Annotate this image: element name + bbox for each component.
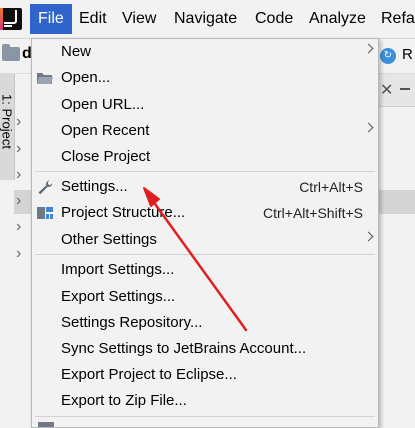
menu-item-export-settings-label: Export Settings... xyxy=(61,288,176,305)
menu-navigate[interactable]: Navigate xyxy=(166,4,245,34)
tool-window-header: ✕ xyxy=(378,74,415,107)
menu-file-label: File xyxy=(38,10,64,27)
menu-item-open-url[interactable]: Open URL... xyxy=(32,93,378,117)
folder-icon xyxy=(2,44,20,61)
menu-item-new[interactable]: New xyxy=(32,40,378,64)
submenu-arrow-icon xyxy=(363,43,374,54)
menu-item-open-recent[interactable]: Open Recent xyxy=(32,119,378,143)
menu-view-label: View xyxy=(122,10,157,27)
menu-item-export-settings[interactable]: Export Settings... xyxy=(32,285,378,309)
menu-item-open-url-label: Open URL... xyxy=(61,96,145,113)
menu-separator xyxy=(35,416,375,417)
menu-refactor[interactable]: Refa xyxy=(373,4,415,34)
run-config-icon[interactable]: ↻ xyxy=(380,48,396,64)
menu-edit-label: Edit xyxy=(79,10,107,27)
tree-chevron-icon[interactable]: › xyxy=(16,245,26,263)
menu-item-settings-repository-label: Settings Repository... xyxy=(61,314,203,331)
project-tool-window-tab[interactable]: 1: Project xyxy=(0,74,15,180)
tree-chevron-icon[interactable]: › xyxy=(16,218,26,236)
menu-item-export-eclipse[interactable]: Export Project to Eclipse... xyxy=(32,363,378,387)
file-menu-dropdown: New Open... Open URL... Open Recent Clos… xyxy=(31,38,379,428)
menu-analyze[interactable]: Analyze xyxy=(301,4,374,34)
wrench-icon xyxy=(38,180,53,195)
menu-item-new-label: New xyxy=(61,43,92,60)
menu-item-import-settings[interactable]: Import Settings... xyxy=(32,258,378,282)
tree-chevron-icon[interactable]: › xyxy=(16,113,26,131)
menu-code-label: Code xyxy=(255,10,294,27)
menu-file[interactable]: File xyxy=(30,4,72,34)
menu-separator xyxy=(35,171,375,172)
menu-item-settings-repository[interactable]: Settings Repository... xyxy=(32,311,378,335)
menu-separator xyxy=(35,254,375,255)
expand-icon[interactable]: ✕ xyxy=(380,80,393,100)
menu-item-open-label: Open... xyxy=(61,69,111,86)
menu-refactor-label: Refa xyxy=(381,10,415,27)
menu-item-close-project[interactable]: Close Project xyxy=(32,145,378,169)
menu-analyze-label: Analyze xyxy=(309,10,366,27)
menu-item-close-project-label: Close Project xyxy=(61,148,151,165)
submenu-arrow-icon xyxy=(363,231,374,242)
menu-item-settings[interactable]: Settings... Ctrl+Alt+S xyxy=(32,175,378,199)
settings-shortcut: Ctrl+Alt+S xyxy=(299,179,363,195)
menu-item-import-settings-label: Import Settings... xyxy=(61,261,175,278)
tree-chevron-icon[interactable]: › xyxy=(16,140,26,158)
menu-edit[interactable]: Edit xyxy=(71,4,115,34)
menu-item-export-zip-label: Export to Zip File... xyxy=(61,392,187,409)
menu-item-other-settings[interactable]: Other Settings xyxy=(32,228,378,252)
project-structure-shortcut: Ctrl+Alt+Shift+S xyxy=(263,205,363,221)
open-folder-icon xyxy=(37,73,53,84)
menu-bar: File Edit View Navigate Code Analyze Ref… xyxy=(0,0,415,39)
menu-code[interactable]: Code xyxy=(247,4,301,34)
tree-chevron-icon[interactable]: › xyxy=(16,192,26,210)
minimize-icon[interactable] xyxy=(400,88,410,90)
menu-item-sync-settings-label: Sync Settings to JetBrains Account... xyxy=(61,340,307,357)
project-structure-icon xyxy=(37,207,53,219)
partial-item-icon xyxy=(38,422,54,427)
intellij-logo-icon xyxy=(0,8,22,30)
menu-item-export-eclipse-label: Export Project to Eclipse... xyxy=(61,366,237,383)
menu-item-project-structure-label: Project Structure... xyxy=(61,204,186,221)
menu-item-open[interactable]: Open... xyxy=(32,66,378,90)
menu-item-export-zip[interactable]: Export to Zip File... xyxy=(32,389,378,413)
submenu-arrow-icon xyxy=(363,122,374,133)
project-tab-label: 1: Project xyxy=(0,94,15,149)
menu-view[interactable]: View xyxy=(114,4,164,34)
menu-item-open-recent-label: Open Recent xyxy=(61,122,150,139)
run-config-label[interactable]: R xyxy=(402,46,413,63)
menu-item-settings-label: Settings... xyxy=(61,178,128,195)
menu-item-other-settings-label: Other Settings xyxy=(61,231,157,248)
menu-item-sync-settings[interactable]: Sync Settings to JetBrains Account... xyxy=(32,337,378,361)
menu-navigate-label: Navigate xyxy=(174,10,238,27)
tree-chevron-icon[interactable]: › xyxy=(16,166,26,184)
menu-item-project-structure[interactable]: Project Structure... Ctrl+Alt+Shift+S xyxy=(32,201,378,225)
